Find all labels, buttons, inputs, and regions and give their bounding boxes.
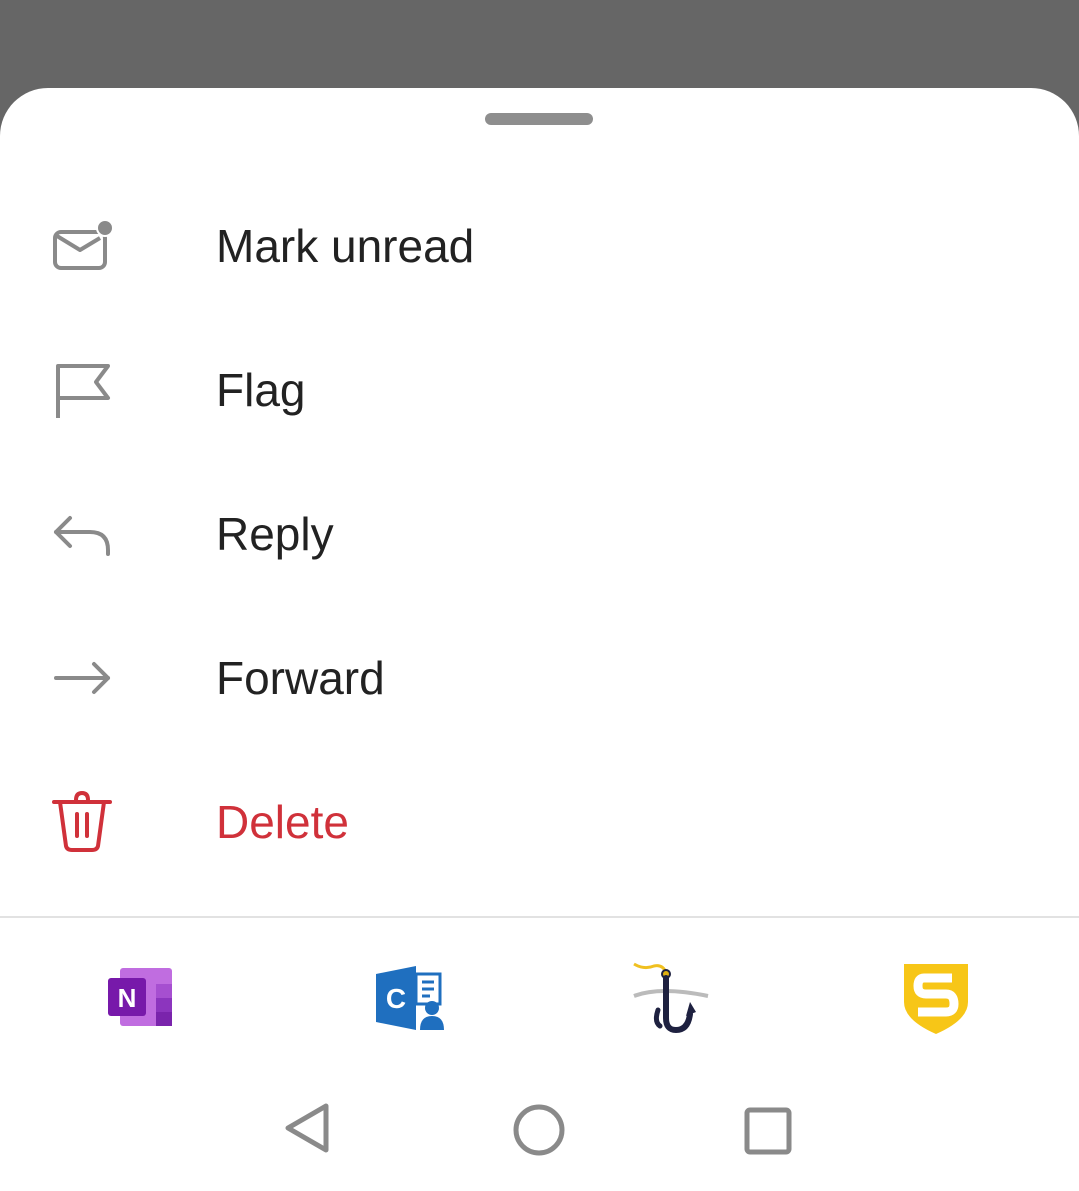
menu-item-forward[interactable]: Forward [0, 612, 1079, 742]
menu-item-flag[interactable]: Flag [0, 324, 1079, 454]
menu-label: Flag [216, 364, 306, 416]
home-icon[interactable] [508, 1098, 568, 1158]
divider [0, 916, 1079, 918]
recents-icon[interactable] [738, 1098, 798, 1158]
onenote-icon[interactable]: N [100, 958, 180, 1038]
mail-unread-icon [53, 219, 114, 270]
trash-icon [52, 790, 112, 852]
svg-text:C: C [386, 983, 406, 1014]
menu-label: Mark unread [216, 220, 475, 272]
reply-icon [54, 516, 110, 556]
shield-s-icon[interactable] [896, 958, 976, 1038]
flag-icon [56, 364, 110, 418]
menu-label: Forward [216, 652, 385, 704]
svg-text:N: N [118, 983, 137, 1013]
menu-item-delete[interactable]: Delete [0, 756, 1079, 886]
contacts-addin-icon[interactable]: C [370, 958, 450, 1038]
fishhook-icon[interactable] [630, 958, 710, 1038]
back-icon[interactable] [278, 1098, 338, 1158]
forward-icon [54, 662, 110, 694]
bottom-sheet: Mark unread Flag Reply Forward Delete N … [0, 88, 1079, 1191]
menu-label: Reply [216, 508, 334, 560]
menu-item-reply[interactable]: Reply [0, 468, 1079, 598]
drag-handle[interactable] [485, 113, 593, 125]
menu-item-mark-unread[interactable]: Mark unread [0, 180, 1079, 310]
menu-label: Delete [216, 796, 349, 848]
